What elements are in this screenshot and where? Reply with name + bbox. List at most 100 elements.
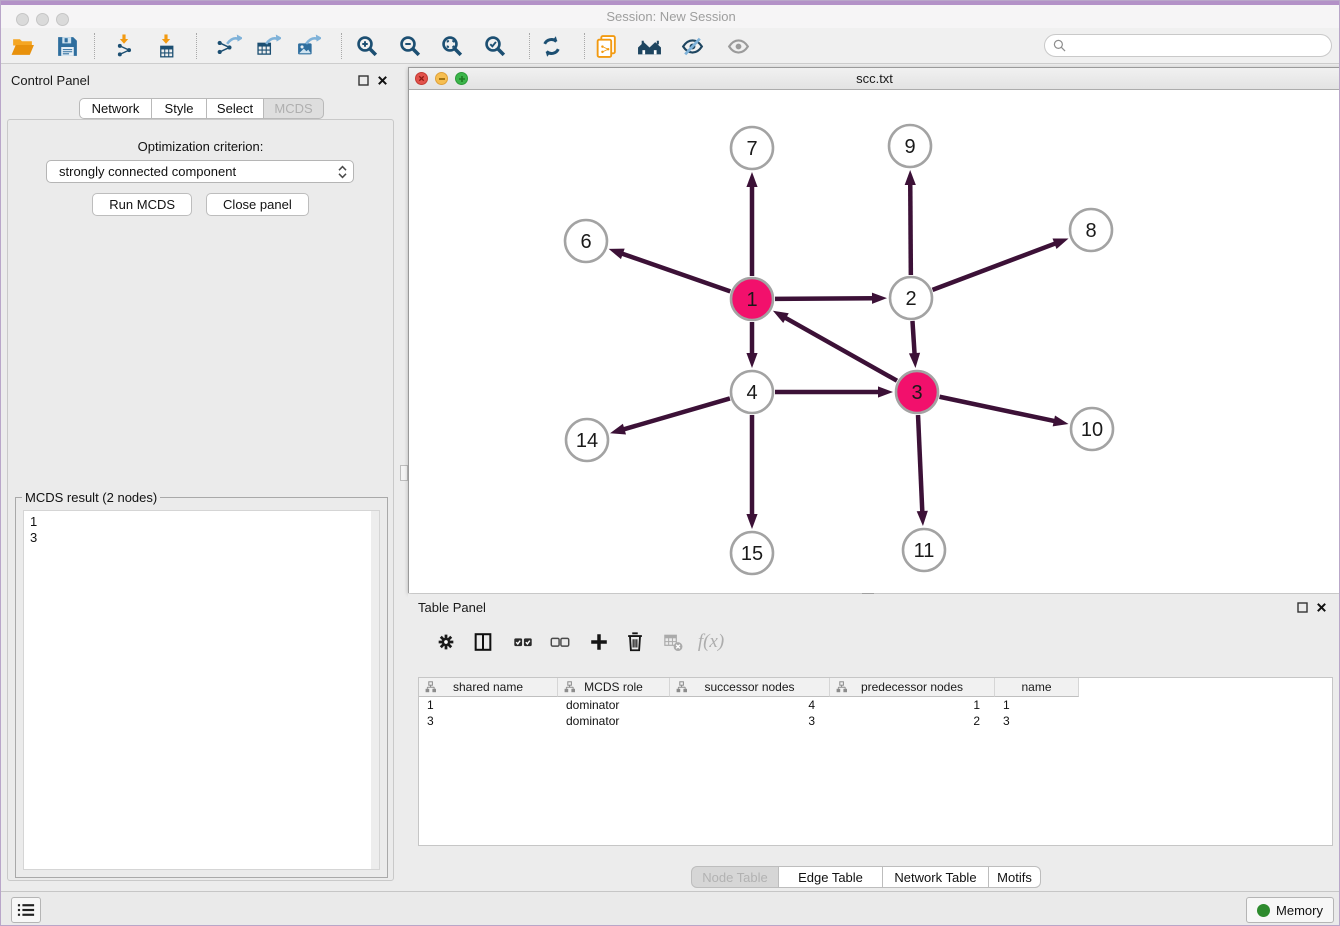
mcds-result-line: 1: [30, 514, 373, 530]
zoom-fit-icon[interactable]: [435, 31, 469, 61]
run-mcds-button[interactable]: Run MCDS: [92, 193, 192, 216]
import-network-icon[interactable]: [104, 31, 138, 61]
close-panel-button[interactable]: Close panel: [206, 193, 309, 216]
graph-node-2[interactable]: 2: [890, 277, 932, 319]
optimization-criterion-select[interactable]: strongly connected component: [46, 160, 354, 183]
zoom-out-icon[interactable]: [393, 31, 427, 61]
cell-name[interactable]: 1: [995, 698, 1079, 712]
graph-edge-2-9[interactable]: [905, 170, 916, 275]
toggle-columns-icon[interactable]: [467, 626, 499, 658]
refresh-layout-icon[interactable]: [534, 31, 568, 61]
tab-network-table[interactable]: Network Table: [883, 866, 989, 888]
deselect-all-icon[interactable]: [544, 626, 576, 658]
cell-successor-nodes[interactable]: 4: [670, 698, 830, 712]
network-canvas[interactable]: 7 9 6 8 1 2 4 3 14 10 15 11: [409, 90, 1340, 593]
graph-node-15[interactable]: 15: [731, 532, 773, 574]
toolbar-separator: [529, 33, 530, 59]
graph-node-4[interactable]: 4: [731, 371, 773, 413]
graph-edge-4-14[interactable]: [610, 398, 730, 434]
svg-text:9: 9: [904, 136, 915, 158]
column-header-shared-name[interactable]: shared name: [419, 678, 558, 697]
table-header-row: shared name MCDS role successor nodes pr…: [419, 678, 1332, 697]
tab-motifs[interactable]: Motifs: [989, 866, 1041, 888]
graph-edge-1-6[interactable]: [609, 249, 731, 292]
graph-edge-1-4[interactable]: [746, 322, 757, 368]
toolbar-separator: [341, 33, 342, 59]
svg-text:14: 14: [576, 430, 598, 452]
graph-node-1[interactable]: 1: [731, 278, 773, 320]
show-all-icon: [721, 31, 755, 61]
task-history-button[interactable]: [11, 897, 41, 923]
tab-network[interactable]: Network: [79, 98, 152, 119]
mcds-result-area[interactable]: 13: [23, 510, 380, 870]
graph-edge-4-3[interactable]: [775, 386, 893, 397]
zoom-in-icon[interactable]: [350, 31, 384, 61]
open-session-icon[interactable]: [5, 31, 39, 61]
select-all-icon[interactable]: [507, 626, 539, 658]
graph-node-6[interactable]: 6: [565, 220, 607, 262]
column-header-successor-nodes[interactable]: successor nodes: [670, 678, 830, 697]
graph-node-9[interactable]: 9: [889, 125, 931, 167]
column-header-name[interactable]: name: [995, 678, 1079, 697]
zoom-selected-icon[interactable]: [478, 31, 512, 61]
memory-button[interactable]: Memory: [1246, 897, 1334, 923]
graph-node-7[interactable]: 7: [731, 127, 773, 169]
tab-edge-table[interactable]: Edge Table: [779, 866, 883, 888]
cell-shared-name[interactable]: 3: [419, 714, 558, 728]
float-panel-icon[interactable]: [358, 75, 369, 86]
column-header-predecessor-nodes[interactable]: predecessor nodes: [830, 678, 995, 697]
search-box[interactable]: [1044, 34, 1332, 57]
import-table-icon[interactable]: [146, 31, 180, 61]
graph-node-8[interactable]: 8: [1070, 209, 1112, 251]
table-row[interactable]: 1dominator411: [419, 697, 1332, 713]
window-title: Session: New Session: [1, 9, 1340, 24]
home-icon[interactable]: [632, 31, 666, 61]
memory-label: Memory: [1276, 903, 1323, 918]
network-window-titlebar[interactable]: scc.txt: [409, 68, 1340, 90]
cell-MCDS-role[interactable]: dominator: [558, 698, 670, 712]
result-scrollbar[interactable]: [371, 511, 379, 869]
graph-node-10[interactable]: 10: [1071, 408, 1113, 450]
graph-edge-2-3[interactable]: [909, 321, 920, 368]
graph-edge-3-1[interactable]: [773, 311, 897, 381]
graph-edge-2-8[interactable]: [933, 238, 1069, 289]
graph-edge-4-15[interactable]: [746, 415, 757, 529]
network-window-title: scc.txt: [409, 71, 1340, 86]
graph-node-3[interactable]: 3: [896, 371, 938, 413]
hide-selected-icon[interactable]: [675, 31, 709, 61]
export-image-icon[interactable]: [291, 31, 325, 61]
cell-predecessor-nodes[interactable]: 2: [830, 714, 995, 728]
tab-select[interactable]: Select: [207, 98, 264, 119]
cell-name[interactable]: 3: [995, 714, 1079, 728]
main-toolbar: [1, 28, 1340, 64]
delete-entries-icon[interactable]: [619, 626, 651, 658]
close-table-panel-icon[interactable]: [1316, 602, 1327, 613]
clone-network-icon[interactable]: [589, 31, 623, 61]
tab-mcds[interactable]: MCDS: [264, 98, 324, 119]
graph-edge-3-11[interactable]: [917, 415, 928, 526]
cell-MCDS-role[interactable]: dominator: [558, 714, 670, 728]
export-table-icon[interactable]: [251, 31, 285, 61]
graph-edge-3-10[interactable]: [940, 397, 1069, 427]
close-panel-icon[interactable]: [377, 75, 388, 86]
search-input[interactable]: [1071, 38, 1323, 54]
cell-predecessor-nodes[interactable]: 1: [830, 698, 995, 712]
float-table-panel-icon[interactable]: [1297, 602, 1308, 613]
cell-shared-name[interactable]: 1: [419, 698, 558, 712]
add-entry-icon[interactable]: [583, 626, 615, 658]
tab-node-table[interactable]: Node Table: [691, 866, 779, 888]
control-panel: Control Panel NetworkStyleSelectMCDS Opt…: [1, 67, 400, 891]
cell-successor-nodes[interactable]: 3: [670, 714, 830, 728]
table-row[interactable]: 3dominator323: [419, 713, 1332, 729]
graph-edge-1-7[interactable]: [746, 172, 757, 276]
status-bar: Memory: [1, 891, 1340, 926]
column-header-MCDS-role[interactable]: MCDS role: [558, 678, 670, 697]
save-session-icon[interactable]: [50, 31, 84, 61]
settings-gear-icon[interactable]: [430, 626, 462, 658]
graph-edge-1-2[interactable]: [775, 293, 887, 304]
tab-style[interactable]: Style: [152, 98, 207, 119]
panel-splitter-grip[interactable]: [400, 465, 408, 481]
export-network-icon[interactable]: [212, 31, 246, 61]
graph-node-11[interactable]: 11: [903, 529, 945, 571]
graph-node-14[interactable]: 14: [566, 419, 608, 461]
